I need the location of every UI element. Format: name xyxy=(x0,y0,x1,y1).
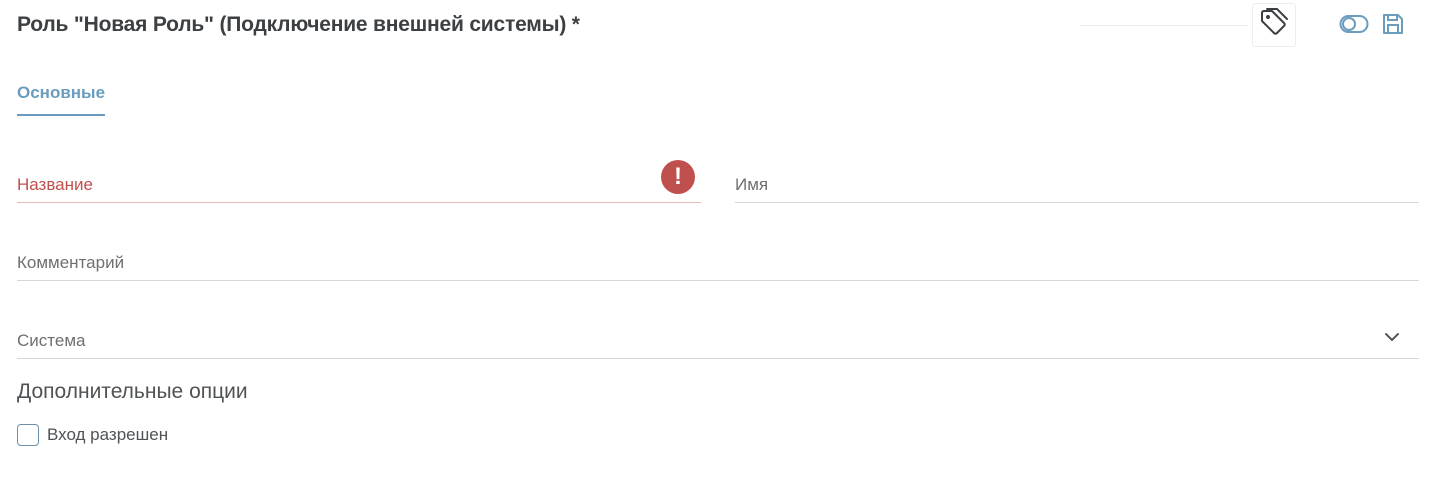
login-name-field-label: Имя xyxy=(735,175,769,194)
login-allowed-label: Вход разрешен xyxy=(47,425,169,444)
tags-button[interactable] xyxy=(1252,3,1296,47)
login-allowed-option[interactable]: Вход разрешен xyxy=(17,423,168,447)
toggle-icon xyxy=(1339,14,1369,39)
save-icon xyxy=(1381,12,1405,41)
toggle-button[interactable] xyxy=(1337,13,1371,39)
additional-options-title: Дополнительные опции xyxy=(17,380,248,403)
system-select[interactable]: Система xyxy=(17,329,1419,359)
error-icon: ! xyxy=(661,160,695,194)
login-name-field[interactable]: Имя xyxy=(735,173,1419,203)
role-editor-page: Роль "Новая Роль" (Подключение внешней с… xyxy=(0,0,1430,480)
system-select-label: Система xyxy=(17,331,86,350)
comment-field[interactable]: Комментарий xyxy=(17,251,1419,281)
header-divider xyxy=(1080,25,1248,26)
name-field[interactable]: Название ! xyxy=(17,160,701,203)
tag-icon xyxy=(1258,7,1290,44)
tab-main[interactable]: Основные xyxy=(17,83,106,116)
name-field-label: Название xyxy=(17,175,93,194)
comment-field-label: Комментарий xyxy=(17,253,125,272)
save-button[interactable] xyxy=(1378,12,1408,40)
chevron-down-icon[interactable] xyxy=(1383,330,1401,342)
login-allowed-checkbox[interactable] xyxy=(17,424,39,446)
page-title: Роль "Новая Роль" (Подключение внешней с… xyxy=(17,13,580,36)
